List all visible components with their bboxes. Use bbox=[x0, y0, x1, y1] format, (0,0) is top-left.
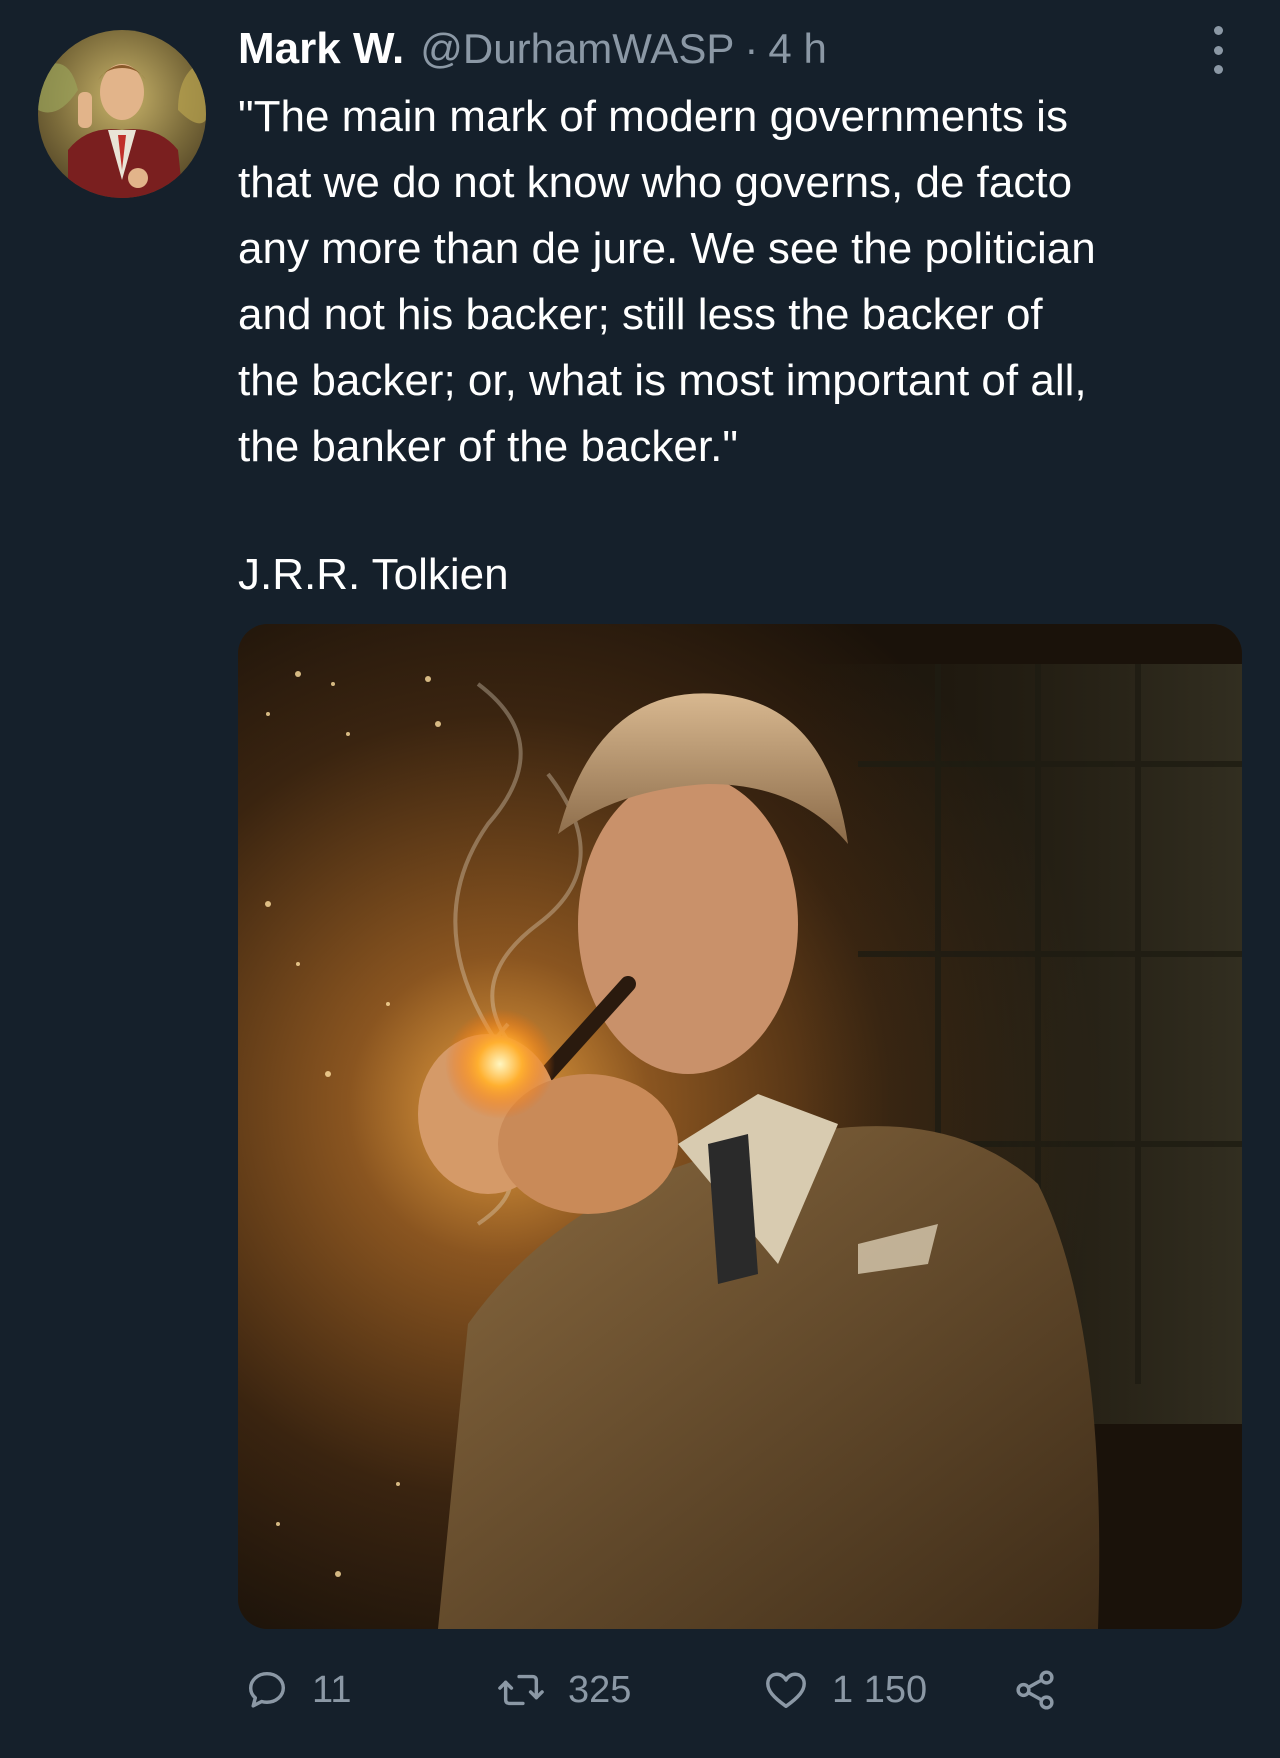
retweet-button[interactable]: 325 bbox=[496, 1660, 631, 1720]
tweet-text-line: the backer; or, what is most important o… bbox=[238, 356, 1087, 405]
heart-icon bbox=[766, 1672, 806, 1709]
share-icon bbox=[1016, 1670, 1054, 1710]
reply-count: 11 bbox=[312, 1668, 352, 1711]
quote-attribution: J.R.R. Tolkien bbox=[238, 550, 509, 599]
tweet-text-line: any more than de jure. We see the politi… bbox=[238, 224, 1096, 273]
tweet-text-line: the banker of the backer." bbox=[238, 422, 738, 471]
tweet-text-line: and not his backer; still less the backe… bbox=[238, 290, 1043, 339]
tweet-timestamp[interactable]: 4 h bbox=[768, 25, 826, 73]
reply-bubble-icon bbox=[248, 1671, 286, 1708]
tweet-text: "The main mark of modern governments is … bbox=[238, 84, 1248, 480]
author-handle[interactable]: @DurhamWASP bbox=[420, 25, 734, 73]
share-button[interactable] bbox=[1012, 1660, 1058, 1720]
avatar[interactable] bbox=[38, 30, 206, 198]
header-separator: · bbox=[744, 25, 759, 72]
tweet-actions: 11 325 1 150 bbox=[238, 1660, 1248, 1720]
like-count: 1 150 bbox=[832, 1668, 928, 1711]
retweet-count: 325 bbox=[568, 1668, 632, 1711]
like-button[interactable]: 1 150 bbox=[762, 1660, 927, 1720]
tweet-text-line: "The main mark of modern governments is bbox=[238, 92, 1068, 141]
man-lighting-pipe-image bbox=[238, 624, 1242, 1629]
tweet-text-line: that we do not know who governs, de fact… bbox=[238, 158, 1073, 207]
reply-button[interactable]: 11 bbox=[244, 1660, 351, 1720]
tweet: Mark W. @DurhamWASP · 4 h "The main mark… bbox=[0, 0, 1280, 1758]
tweet-media-photo[interactable] bbox=[238, 624, 1242, 1629]
tweet-header: Mark W. @DurhamWASP · 4 h bbox=[238, 24, 1218, 84]
retweet-icon bbox=[498, 1674, 544, 1706]
avatar-painting-image bbox=[38, 30, 206, 198]
author-display-name[interactable]: Mark W. bbox=[238, 24, 404, 74]
more-vertical-icon[interactable] bbox=[1200, 26, 1236, 74]
